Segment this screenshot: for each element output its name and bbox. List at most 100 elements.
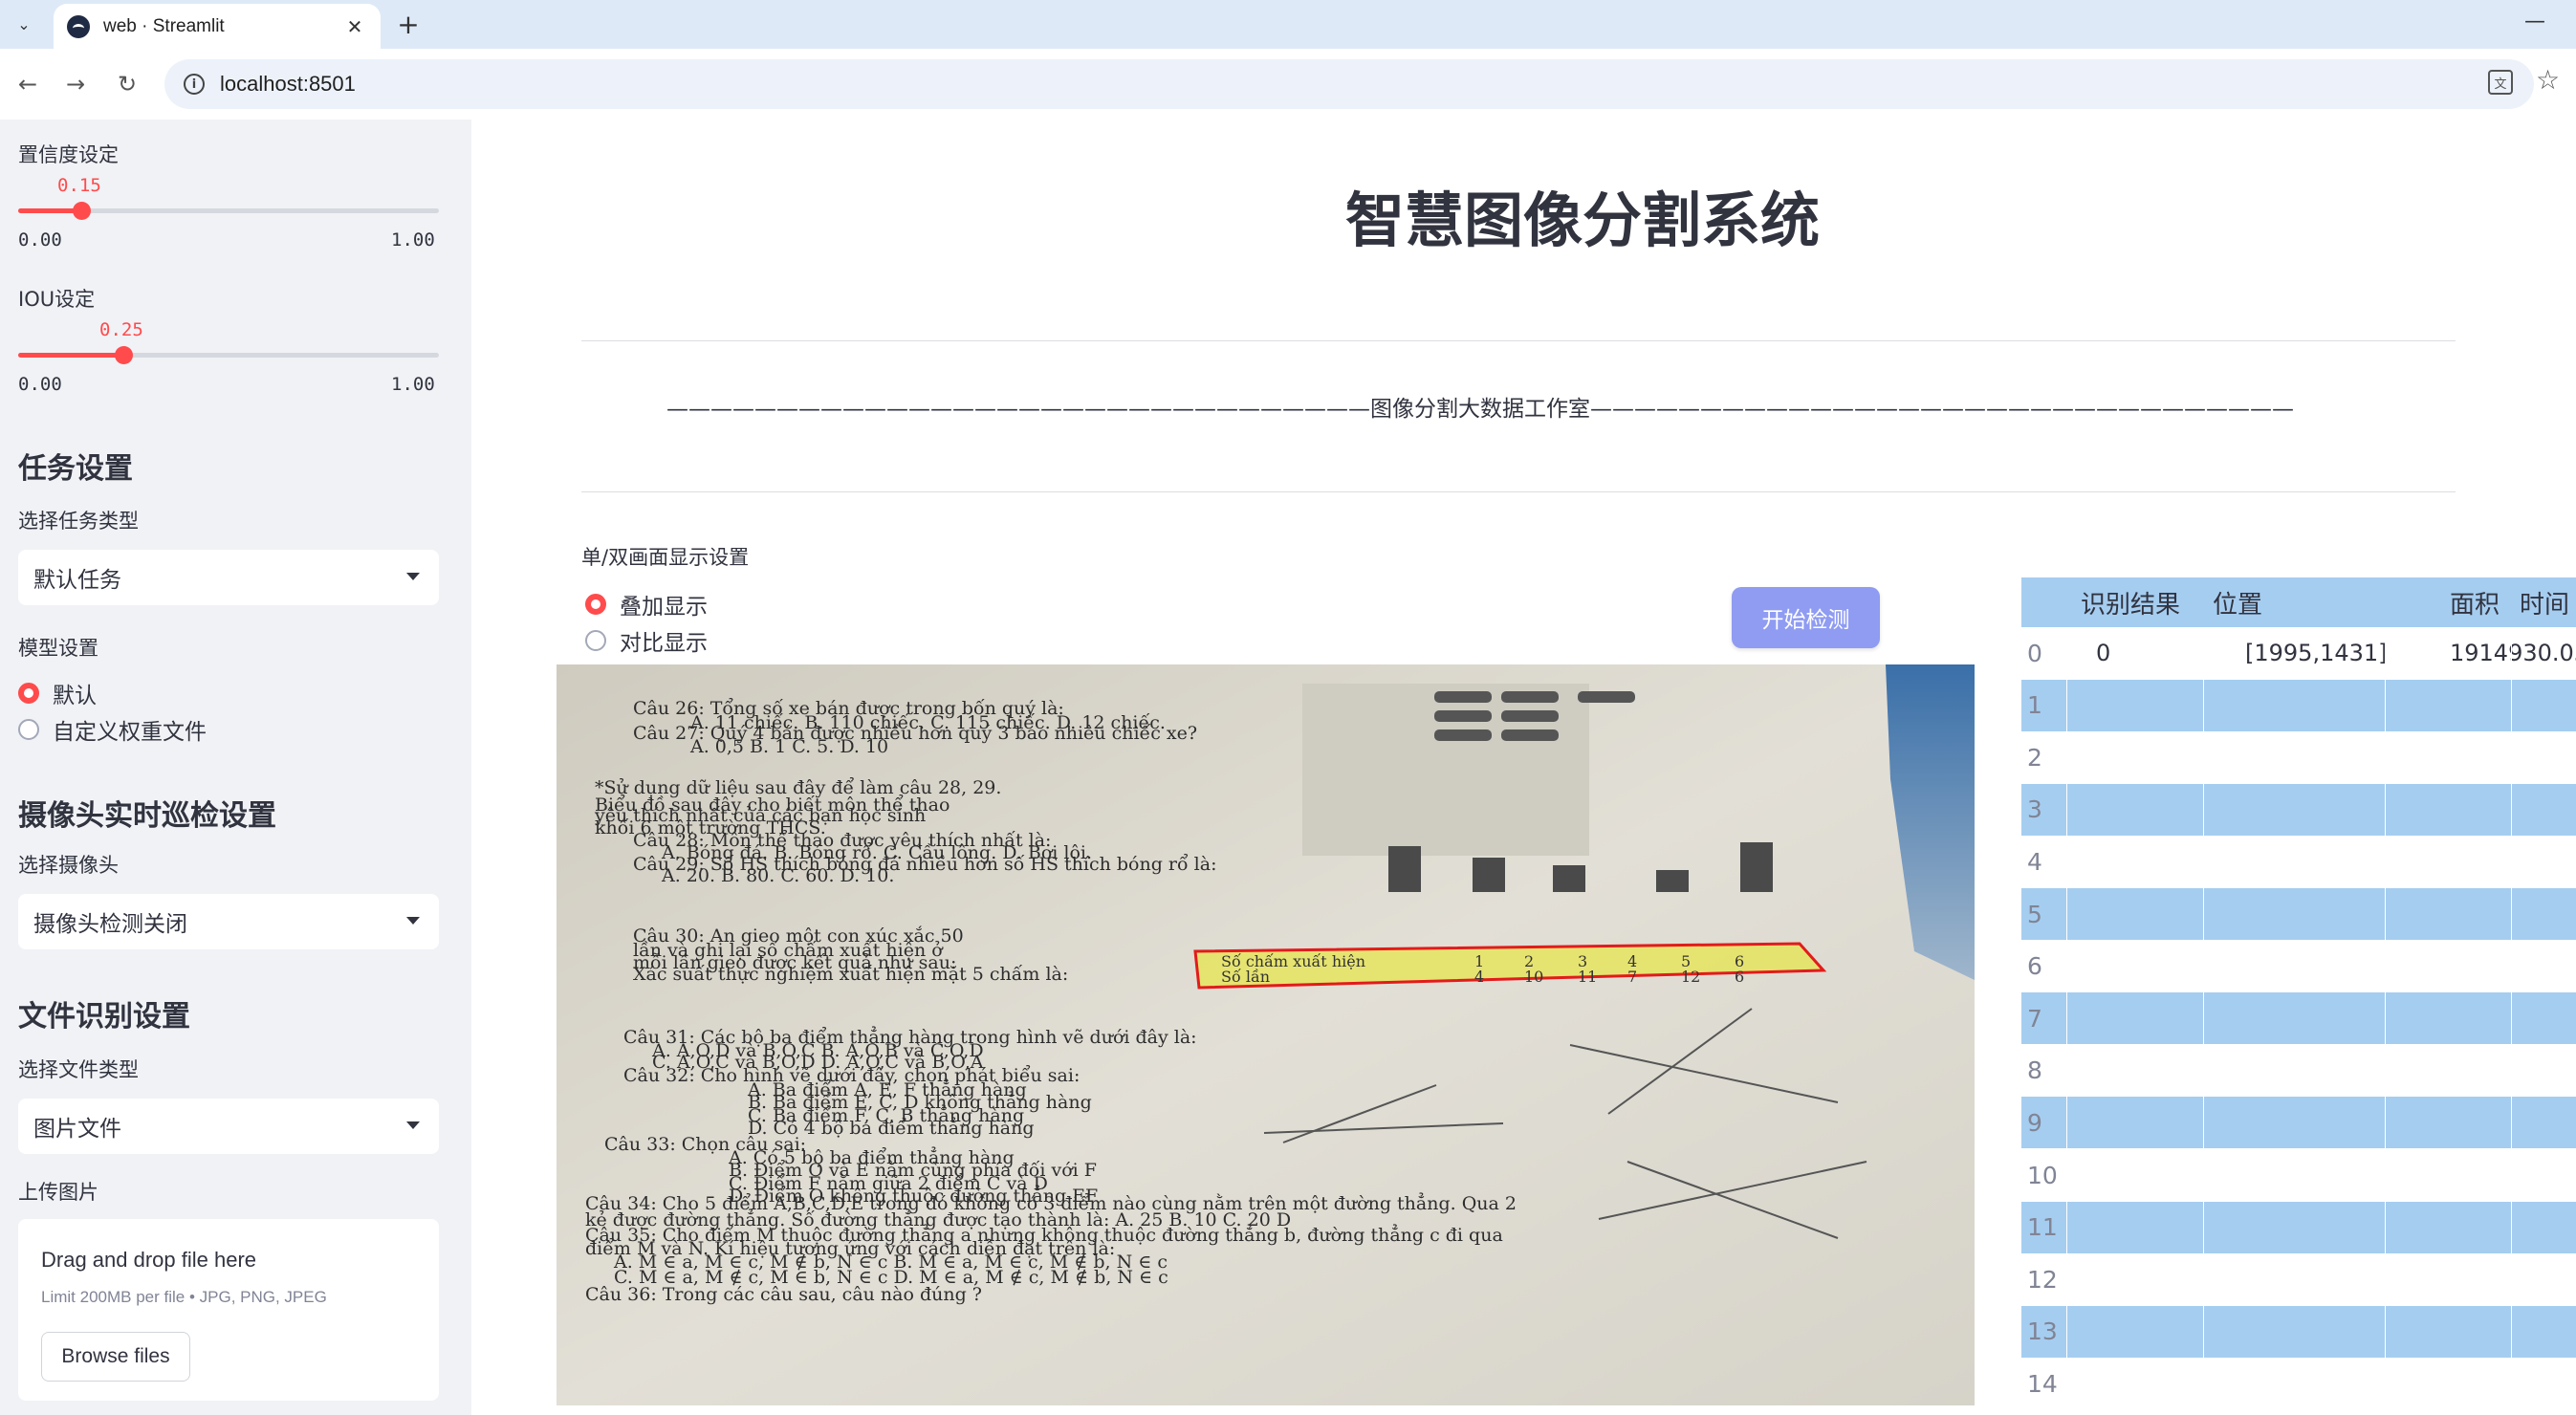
row-index: 5 (2027, 900, 2042, 928)
row-index: 4 (2027, 847, 2042, 876)
iou-slider[interactable] (18, 346, 439, 364)
col-header-position[interactable]: 位置 (2213, 577, 2262, 627)
results-table[interactable]: 识别结果 位置 面积 时间 0 0 [1995,1431] 1914930.05 1 2 3… (2021, 577, 2576, 1415)
studio-banner: ————————————————————————————————图像分割大数据工… (666, 397, 2294, 422)
display-radio-compare[interactable]: 对比显示 (585, 624, 708, 657)
table-row[interactable]: 0 0 [1995,1431] 1914930.05 (2021, 627, 2576, 679)
window-minimize-icon[interactable]: — (2524, 10, 2545, 33)
chevron-down-icon (406, 1121, 420, 1129)
chart-placeholder (1302, 684, 1589, 856)
model-option-custom-label: 自定义权重文件 (53, 720, 207, 745)
file-settings-heading: 文件识别设置 (18, 1000, 190, 1034)
row-index: 12 (2027, 1265, 2058, 1294)
table-row[interactable]: 10 (2021, 1149, 2576, 1201)
translate-icon[interactable]: 文 (2488, 70, 2513, 95)
file-type-label: 选择文件类型 (18, 1058, 139, 1081)
tab-close-icon[interactable]: ✕ (342, 15, 367, 38)
table-row[interactable]: 9 (2021, 1097, 2576, 1149)
task-type-select[interactable]: 默认任务 (18, 550, 439, 605)
row-index: 2 (2027, 743, 2042, 772)
cell-position: [1995,1431] (2245, 640, 2388, 666)
row-index: 10 (2027, 1161, 2058, 1189)
model-settings-label: 模型设置 (18, 637, 98, 660)
confidence-slider-thumb[interactable] (73, 202, 91, 220)
exam-text-line: Câu 36: Trong các câu sau, câu nào đúng … (585, 1284, 982, 1305)
tab-title: web · Streamlit (103, 15, 225, 36)
new-tab-plus-icon[interactable]: + (392, 8, 425, 40)
table-row[interactable]: 3 (2021, 783, 2576, 836)
back-arrow-icon[interactable]: ← (11, 68, 44, 100)
exam-text-line: A. 20. B. 80. C. 60. D. 10. (661, 865, 894, 886)
radio-selected-icon (585, 594, 606, 615)
col-header-time[interactable]: 时间 (2520, 577, 2569, 627)
camera-select-label: 选择摄像头 (18, 854, 119, 877)
confidence-min: 0.00 (18, 229, 62, 250)
table-header: 识别结果 位置 面积 时间 (2021, 577, 2576, 627)
column-divider (2066, 627, 2067, 1415)
row-index: 8 (2027, 1056, 2042, 1085)
file-type-select[interactable]: 图片文件 (18, 1099, 439, 1154)
browser-tab-bar: ⌄ web · Streamlit ✕ + — (0, 0, 2576, 49)
table-row[interactable]: 7 (2021, 992, 2576, 1045)
exam-text-line: A. 0,5 B. 1 C. 5. D. 10 (689, 736, 888, 757)
table-row[interactable]: 12 (2021, 1253, 2576, 1306)
row-index: 7 (2027, 1004, 2042, 1033)
confidence-label: 置信度设定 (18, 143, 119, 166)
mask-table-cell: 12 (1681, 968, 1700, 986)
site-info-icon[interactable]: i (184, 74, 205, 95)
upload-label: 上传图片 (18, 1181, 98, 1204)
page-title: 智慧图像分割系统 (1344, 185, 1820, 255)
forward-arrow-icon[interactable]: → (59, 68, 92, 100)
col-header-result[interactable]: 识别结果 (2081, 577, 2180, 627)
row-index: 0 (2027, 639, 2042, 667)
radio-selected-icon (18, 683, 39, 704)
row-index: 6 (2027, 952, 2042, 981)
col-header-area[interactable]: 面积 (2450, 577, 2500, 627)
table-row[interactable]: 13 (2021, 1305, 2576, 1358)
iou-slider-thumb[interactable] (115, 346, 133, 364)
browser-tab[interactable]: web · Streamlit ✕ (54, 4, 381, 49)
table-row[interactable]: 1 (2021, 679, 2576, 731)
file-type-value: 图片文件 (33, 1117, 121, 1142)
iou-value: 0.25 (99, 319, 143, 340)
model-radio-default[interactable]: 默认 (18, 677, 97, 709)
bookmark-star-icon[interactable]: ☆ (2536, 64, 2560, 96)
mask-table-cell: 6 (1735, 968, 1744, 986)
mask-table-cell: 4 (1474, 968, 1484, 986)
model-radio-custom[interactable]: 自定义权重文件 (18, 713, 207, 746)
display-option-compare-label: 对比显示 (620, 631, 708, 656)
row-index: 1 (2027, 691, 2042, 720)
browse-files-button[interactable]: Browse files (41, 1332, 190, 1382)
column-divider (2203, 627, 2204, 1415)
sidebar: 置信度设定 0.15 0.00 1.00 IOU设定 0.25 0.00 1.0… (0, 120, 471, 1415)
file-uploader-dropzone[interactable]: Drag and drop file here Limit 200MB per … (18, 1219, 439, 1401)
confidence-max: 1.00 (391, 229, 435, 250)
radio-unselected-icon (585, 630, 606, 651)
upload-dropzone-title: Drag and drop file here (41, 1248, 257, 1272)
table-row[interactable]: 5 (2021, 888, 2576, 940)
tab-search-chevron-icon[interactable]: ⌄ (9, 9, 39, 39)
display-radio-overlay[interactable]: 叠加显示 (585, 588, 708, 620)
mask-table-cell: Số lần (1221, 968, 1270, 986)
reload-icon[interactable]: ↻ (111, 68, 143, 100)
mask-table-cell: 11 (1578, 968, 1597, 986)
table-row[interactable]: 14 (2021, 1358, 2576, 1410)
table-row[interactable]: 2 (2021, 731, 2576, 784)
camera-settings-heading: 摄像头实时巡检设置 (18, 799, 276, 833)
table-row[interactable]: 4 (2021, 836, 2576, 888)
divider (581, 340, 2456, 341)
table-row[interactable]: 6 (2021, 940, 2576, 992)
camera-select[interactable]: 摄像头检测关闭 (18, 894, 439, 949)
row-index: 3 (2027, 795, 2042, 824)
exam-text-line: Xác suất thực nghiệm xuất hiện mặt 5 chấ… (633, 964, 1068, 985)
url-text: localhost:8501 (220, 72, 356, 96)
table-row[interactable]: 11 (2021, 1201, 2576, 1253)
browser-address-bar: ← → ↻ i localhost:8501 文 ☆ (0, 49, 2576, 120)
url-bar[interactable]: i localhost:8501 (164, 59, 2534, 109)
confidence-slider[interactable] (18, 202, 439, 220)
chevron-down-icon (406, 573, 420, 580)
start-detection-button[interactable]: 开始检测 (1732, 587, 1880, 648)
row-index: 11 (2027, 1213, 2058, 1242)
table-row[interactable]: 8 (2021, 1044, 2576, 1097)
task-settings-heading: 任务设置 (18, 452, 133, 486)
